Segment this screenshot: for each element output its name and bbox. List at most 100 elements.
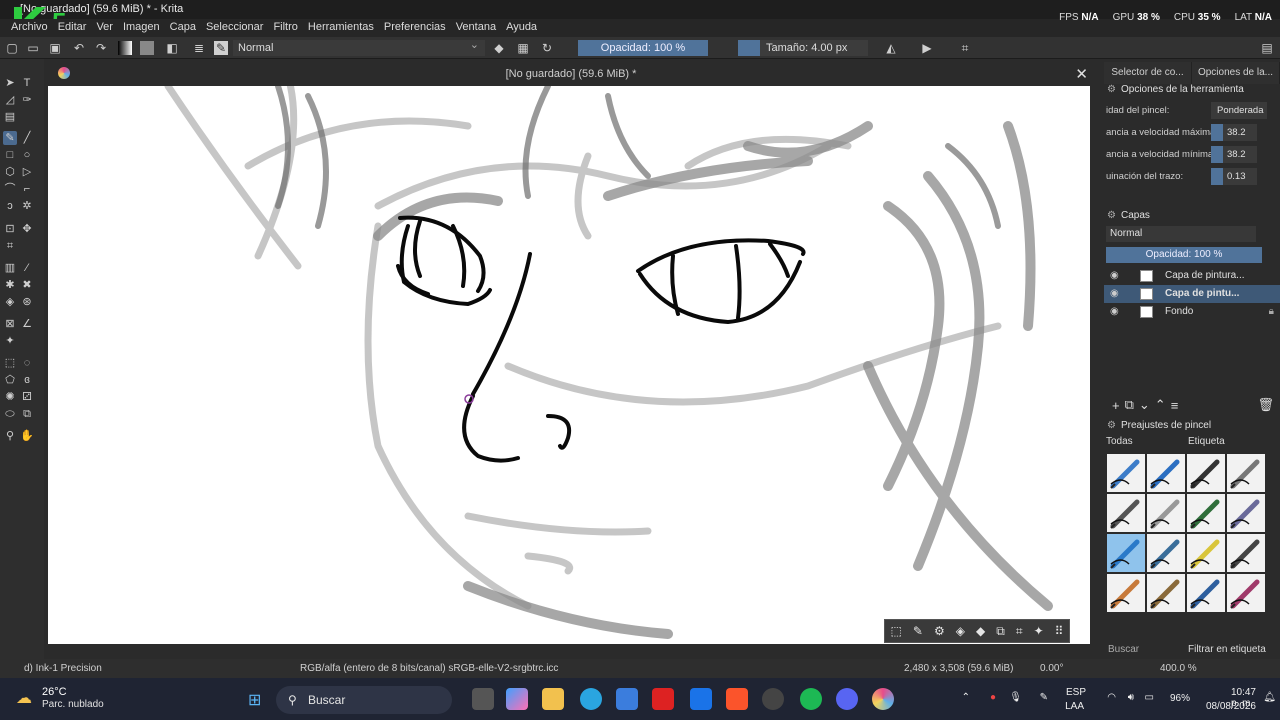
layer-menu-icon[interactable]: ≡ bbox=[1171, 398, 1179, 413]
canvas-vertical-scrollbar[interactable] bbox=[1090, 86, 1102, 644]
brush-preset-tile[interactable] bbox=[1107, 494, 1145, 532]
brush-preset-tile[interactable] bbox=[1227, 574, 1265, 612]
gradient-icon[interactable] bbox=[118, 41, 132, 55]
move-down-icon[interactable]: ⌄ bbox=[1139, 397, 1150, 413]
transform-tool-icon[interactable]: ⊡ bbox=[3, 222, 17, 236]
size-slider[interactable]: Tamaño: 4.00 px bbox=[760, 40, 868, 56]
select-icon[interactable]: ⬚ bbox=[891, 624, 902, 638]
menu-imagen[interactable]: Imagen bbox=[118, 21, 165, 33]
mirror-vertical-icon[interactable]: ▶ bbox=[920, 41, 934, 55]
drawing-canvas[interactable] bbox=[48, 86, 1090, 644]
grid-tool-icon[interactable]: ▤ bbox=[3, 110, 17, 124]
preset-tag-select[interactable]: Etiqueta bbox=[1188, 436, 1258, 447]
mcafee-icon[interactable] bbox=[652, 688, 674, 710]
brush-preset-tile[interactable] bbox=[1227, 494, 1265, 532]
brush-preset-tile[interactable] bbox=[1107, 574, 1145, 612]
layer-item[interactable]: ◉ Fondo 🔒︎ bbox=[1104, 303, 1280, 321]
pin-icon[interactable]: ✦ bbox=[1034, 624, 1044, 638]
brush-preset-tile[interactable] bbox=[1107, 454, 1145, 492]
freehand-path-icon[interactable]: ⌐ bbox=[20, 182, 34, 196]
alpha-lock-icon[interactable]: ▦ bbox=[516, 41, 530, 55]
menu-filtro[interactable]: Filtro bbox=[268, 21, 302, 33]
pen-icon[interactable]: ✎ bbox=[1040, 692, 1048, 703]
color-picker-icon[interactable]: ⁄ bbox=[20, 261, 34, 275]
reference-tool-icon[interactable]: ✦ bbox=[3, 334, 17, 348]
magnetic-select-icon[interactable]: ⧉ bbox=[20, 407, 34, 421]
brush-preset-tile[interactable] bbox=[1187, 494, 1225, 532]
tab-tool-options[interactable]: Opciones de la... bbox=[1192, 62, 1280, 84]
assistant-tool-icon[interactable]: ⊠ bbox=[3, 317, 17, 331]
brush-preset-tile[interactable] bbox=[1107, 534, 1145, 572]
save-icon[interactable]: ▣ bbox=[48, 41, 62, 55]
visibility-icon[interactable]: ◉ bbox=[1110, 267, 1119, 285]
close-document-icon[interactable]: ✕ bbox=[1075, 65, 1088, 83]
layer-blend-select[interactable]: Normal bbox=[1106, 226, 1256, 242]
visibility-icon[interactable]: ◉ bbox=[1110, 303, 1119, 321]
menu-ver[interactable]: Ver bbox=[91, 21, 118, 33]
stroke-ending-spinbox[interactable]: 0.13 bbox=[1211, 168, 1257, 185]
bezier-select-icon[interactable]: ⬭ bbox=[3, 407, 17, 421]
ellipse-tool-icon[interactable]: ○ bbox=[20, 148, 34, 162]
lock-icon[interactable]: 🔒︎ bbox=[1269, 303, 1274, 321]
microphone-icon[interactable]: 🎙︎ bbox=[1009, 692, 1022, 703]
fill-tool-icon[interactable]: ◈ bbox=[3, 295, 17, 309]
copilot-icon[interactable] bbox=[506, 688, 528, 710]
measure-tool-icon[interactable]: ∠ bbox=[20, 317, 34, 331]
rotation-value[interactable]: 0.00° bbox=[1040, 663, 1063, 674]
layer-item[interactable]: ◉ Capa de pintura... bbox=[1104, 267, 1280, 285]
menu-herramientas[interactable]: Herramientas bbox=[303, 21, 379, 33]
store-icon[interactable] bbox=[616, 688, 638, 710]
smoothing-select[interactable]: Ponderada bbox=[1211, 102, 1267, 119]
polygon-select-icon[interactable]: ⬠ bbox=[3, 373, 17, 387]
preset-search-input[interactable]: Buscar bbox=[1108, 644, 1139, 655]
min-speed-spinbox[interactable]: 38.2 bbox=[1211, 146, 1257, 163]
enclose-fill-icon[interactable]: ⊛ bbox=[20, 295, 34, 309]
freehand-select-icon[interactable]: ɞ bbox=[20, 373, 34, 387]
edit-shape-icon[interactable]: ◿ bbox=[3, 93, 17, 107]
freehand-brush-icon[interactable]: ✎ bbox=[3, 131, 17, 145]
outlook-icon[interactable] bbox=[690, 688, 712, 710]
line-tool-icon[interactable]: ╱ bbox=[20, 131, 34, 145]
crop-icon[interactable]: ⌗ bbox=[1016, 624, 1023, 639]
select-shape-icon[interactable]: ➤ bbox=[3, 76, 17, 90]
layer-opacity-slider[interactable]: Opacidad: 100 % bbox=[1106, 247, 1262, 263]
copy-icon[interactable]: ⧉ bbox=[996, 624, 1005, 639]
brush-icon[interactable]: ✎ bbox=[913, 624, 923, 638]
brave-icon[interactable] bbox=[726, 688, 748, 710]
battery-icon[interactable]: ▭ bbox=[1145, 692, 1154, 703]
move-tool-icon[interactable]: ✥ bbox=[20, 222, 34, 236]
edge-icon[interactable] bbox=[580, 688, 602, 710]
filter-tag-checkbox[interactable]: Filtrar en etiqueta bbox=[1188, 644, 1266, 655]
delete-layer-icon[interactable]: 🗑︎ bbox=[1257, 397, 1274, 413]
brush-preset-tile[interactable] bbox=[1187, 534, 1225, 572]
new-document-icon[interactable]: ▢ bbox=[5, 41, 19, 55]
preset-filter-select[interactable]: Todas bbox=[1106, 436, 1186, 450]
grip-icon[interactable]: ⠿ bbox=[1055, 624, 1064, 638]
menu-editar[interactable]: Editar bbox=[53, 21, 92, 33]
polyline-tool-icon[interactable]: ▷ bbox=[20, 165, 34, 179]
mirror-horizontal-icon[interactable]: ◭ bbox=[884, 41, 898, 55]
smart-patch-icon[interactable]: ✖ bbox=[20, 278, 34, 292]
settings-icon[interactable]: ⚙ bbox=[934, 624, 945, 638]
brush-preset-tile[interactable] bbox=[1147, 494, 1185, 532]
redo-icon[interactable]: ↷ bbox=[94, 41, 108, 55]
wifi-icon[interactable]: ◠ bbox=[1107, 692, 1116, 703]
menu-ventana[interactable]: Ventana bbox=[451, 21, 501, 33]
brush-preset-tile[interactable] bbox=[1147, 574, 1185, 612]
taskbar-search[interactable]: ⚲ Buscar bbox=[276, 686, 452, 714]
dynamic-brush-icon[interactable]: ↄ bbox=[3, 199, 17, 213]
discord-icon[interactable] bbox=[836, 688, 858, 710]
eraser-icon[interactable]: ◆ bbox=[492, 41, 506, 55]
blend-mode-select[interactable]: Normal bbox=[233, 37, 485, 56]
task-view-icon[interactable] bbox=[472, 688, 494, 710]
volume-icon[interactable]: 🔊︎ bbox=[1128, 692, 1134, 703]
brush-preset-tile[interactable] bbox=[1227, 534, 1265, 572]
clock-date[interactable]: 08/08/2026 bbox=[1206, 701, 1256, 712]
layer-item-selected[interactable]: ◉ Capa de pintu... bbox=[1104, 285, 1280, 303]
ellipse-select-icon[interactable]: ◌ bbox=[20, 356, 34, 370]
undo-icon[interactable]: ↶ bbox=[72, 41, 86, 55]
open-folder-icon[interactable]: ▭ bbox=[26, 41, 40, 55]
file-explorer-icon[interactable] bbox=[542, 688, 564, 710]
tray-app-icon[interactable]: ● bbox=[990, 692, 996, 703]
colorize-mask-icon[interactable]: ✱ bbox=[3, 278, 17, 292]
